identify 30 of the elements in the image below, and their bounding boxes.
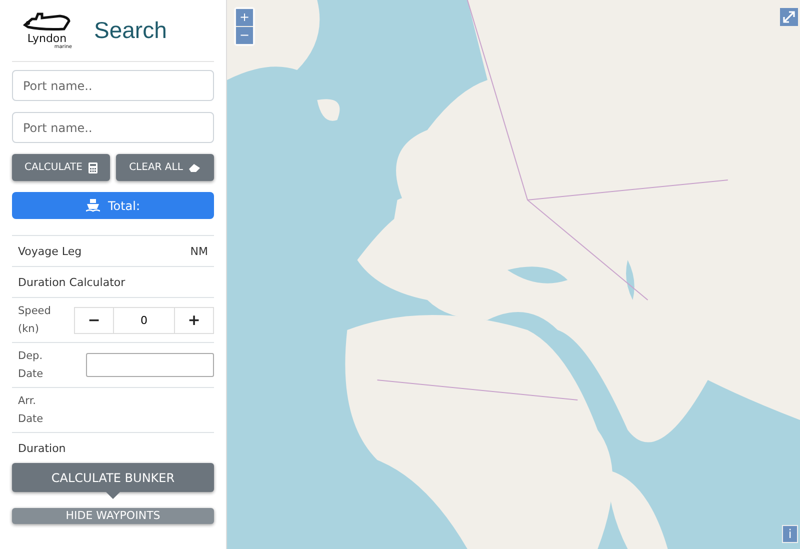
duration-label: Duration: [18, 442, 66, 454]
eraser-icon: [188, 162, 201, 172]
calculator-icon: [88, 162, 98, 174]
hide-waypoints-button[interactable]: HIDE WAYPOINTS: [12, 508, 214, 524]
departure-date-label: Dep. Date: [18, 349, 44, 382]
total-button[interactable]: Total:: [12, 192, 214, 219]
arrival-date-label: Arr. Date: [18, 394, 44, 427]
calculate-button[interactable]: CALCULATE: [12, 154, 110, 181]
zoom-out-button[interactable]: −: [236, 27, 253, 44]
logo-text: Lyndon: [27, 32, 67, 44]
section-title: Duration Calculator: [18, 276, 126, 288]
clear-all-button[interactable]: CLEAR ALL: [116, 154, 214, 181]
calculate-bunker-button[interactable]: CALCULATE BUNKER: [12, 463, 214, 492]
increment-button[interactable]: +: [174, 306, 214, 334]
zoom-in-button[interactable]: +: [236, 9, 253, 26]
info-button[interactable]: i: [782, 525, 798, 543]
speed-label: Speed (kn): [18, 304, 52, 337]
expand-icon: [783, 11, 795, 23]
port-name-field[interactable]: Port name..: [12, 70, 214, 101]
ship-icon: [22, 10, 72, 32]
fullscreen-button[interactable]: [780, 8, 798, 26]
decrement-button[interactable]: −: [74, 306, 114, 334]
port-name-field[interactable]: Port name..: [12, 112, 214, 143]
unit-label: NM: [190, 244, 208, 258]
speed-field[interactable]: 0: [114, 306, 174, 334]
ship-icon: [86, 199, 100, 212]
voyage-leg-label: Voyage Leg: [18, 244, 82, 258]
caret-icon: [106, 492, 120, 499]
page-title: Search: [94, 16, 167, 44]
date-field[interactable]: [86, 353, 214, 377]
